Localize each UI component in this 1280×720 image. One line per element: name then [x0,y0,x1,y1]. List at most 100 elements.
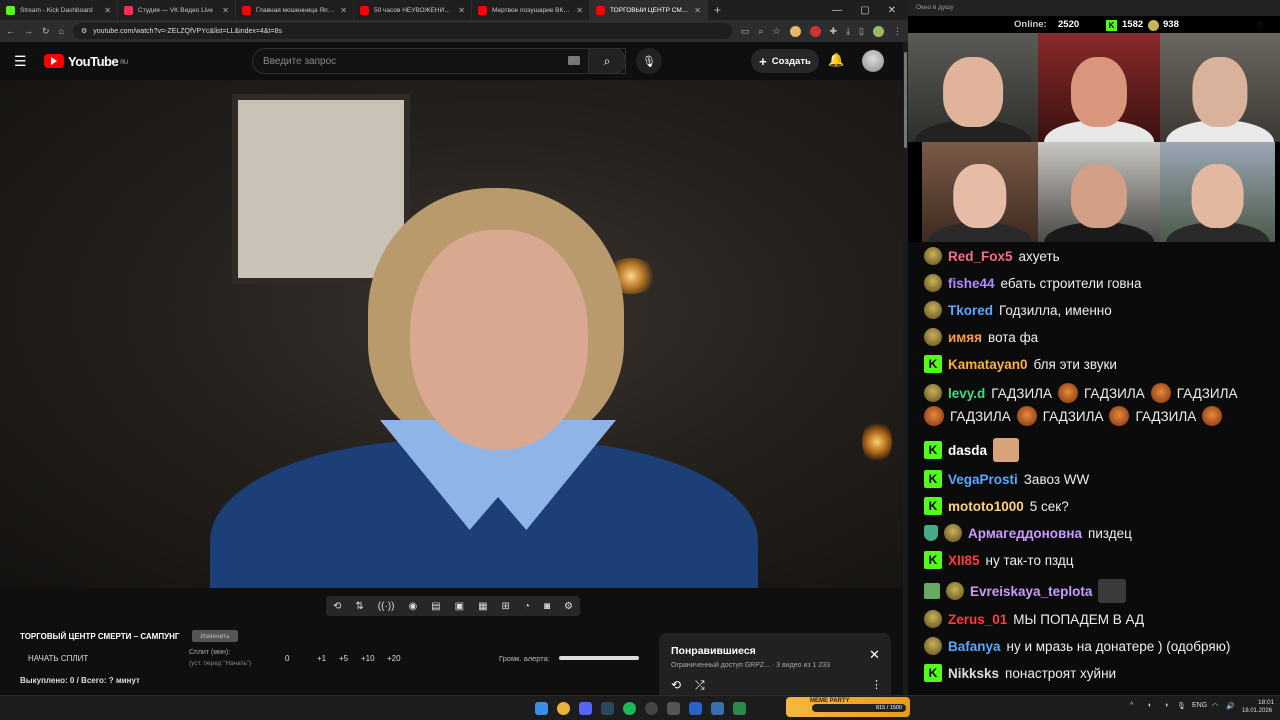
chat-username[interactable]: Kamatayan0 [948,357,1028,372]
chat-username[interactable]: XII85 [948,553,980,568]
close-playlist-icon[interactable]: ✕ [869,647,880,663]
browser-tab[interactable]: Stream - Kick Dashboard ✕ [0,0,118,20]
cast-icon[interactable]: ▭ [741,26,750,37]
tray-chevron-icon[interactable]: ^ [1130,702,1133,709]
chat-username[interactable]: Армагеддоновна [968,526,1082,541]
youtube-logo[interactable]: YouTube RU [44,54,128,69]
menu-dots-icon[interactable]: ⋮ [893,26,902,37]
back-icon[interactable]: ← [6,26,15,36]
url-field[interactable]: ⚙ youtube.com/watch?v=-ZELZQfVPYc&list=L… [72,23,732,39]
extension-icon[interactable] [789,25,801,37]
loop-icon[interactable]: ⟲ [333,601,341,612]
account-avatar[interactable] [862,50,884,72]
add-clip-icon[interactable]: ⊞ [502,601,510,612]
app-icon[interactable] [667,702,680,715]
wifi-icon[interactable]: ◠ [1212,702,1218,710]
home-icon[interactable]: ⌂ [59,26,64,36]
clapper-icon[interactable]: ▤ [431,601,440,612]
terminal-icon[interactable] [733,702,746,715]
minimize-icon[interactable]: — [832,5,842,16]
site-info-icon[interactable]: ⚙ [81,27,87,35]
close-tab-icon[interactable]: ✕ [104,6,111,15]
alert-volume-slider[interactable] [559,656,639,660]
pip-icon[interactable]: ▣ [455,601,464,612]
notifications-bell-icon[interactable]: 🔔 [828,52,844,68]
close-tab-icon[interactable]: ✕ [340,6,347,15]
browser-tab[interactable]: 50 часов НЕУВОЖЕНИЯ в SAM ✕ [354,0,472,20]
voice-search-button[interactable]: 🎙 [636,48,662,74]
zoom-icon[interactable]: ⌕ [758,26,763,37]
watch-icon[interactable]: ◉ [408,601,417,612]
chat-username[interactable]: VegaProsti [948,472,1018,487]
broadcast-icon[interactable]: ((·)) [378,601,395,612]
browser-tab[interactable]: Студия — VK Видео Live ✕ [118,0,236,20]
download-icon[interactable]: ⤓ [846,26,850,37]
new-tab-button[interactable]: + [708,3,727,17]
chat-username[interactable]: Evreiskaya_teplota [970,584,1092,599]
split-plus-20-button[interactable]: +20 [387,654,401,663]
edit-badge[interactable]: Изменить [192,630,238,642]
split-value[interactable]: 0 [285,654,289,663]
start-split-button[interactable]: НАЧАТЬ СПЛИТ [28,654,88,663]
explorer-icon[interactable] [711,702,724,715]
playlist-title[interactable]: Понравившиеся [671,645,756,657]
shuffle-icon[interactable]: ⤮ [695,678,705,693]
volume-icon[interactable]: 🔊 [1226,702,1235,710]
clock-time[interactable]: 18:01 [1258,699,1274,706]
chat-username[interactable]: имяя [948,330,982,345]
discord-icon[interactable] [579,702,592,715]
create-button[interactable]: + Создать [751,49,819,73]
browser-tab[interactable]: ТОРГОВЫЙ ЦЕНТР СМЕРТИ ✕ [590,0,708,20]
chat-username[interactable]: Tkored [948,303,993,318]
close-tab-icon[interactable]: ✕ [576,6,583,15]
speed-icon[interactable]: ◔ [524,601,530,612]
chat-username[interactable]: Zerus_01 [948,612,1007,627]
split-plus-10-button[interactable]: +10 [361,654,375,663]
chat-username[interactable]: dasda [948,443,987,458]
split-plus-1-button[interactable]: +1 [317,654,326,663]
start-menu-icon[interactable] [535,702,548,715]
scrollbar-thumb[interactable] [904,52,907,148]
browser-tab[interactable]: Мертвое поэушарие ВК КЛИП ✕ [472,0,590,20]
sidebar-icon[interactable]: ▯ [859,26,864,37]
chat-username[interactable]: Bafanya [948,639,1001,654]
theater-icon[interactable]: ▦ [478,601,487,612]
chrome-icon[interactable] [557,702,570,715]
chat-username[interactable]: fishe44 [948,276,995,291]
tray-app-icon[interactable]: ◑ [1164,702,1168,709]
extensions-puzzle-icon[interactable]: ✚ [830,26,838,37]
chat-username[interactable]: mototo1000 [948,499,1024,514]
loop-playlist-icon[interactable]: ⟲ [671,678,681,692]
chat-username[interactable]: Red_Fox5 [948,249,1013,264]
screenshot-icon[interactable]: ◙ [544,601,550,612]
forward-icon[interactable]: → [24,26,33,36]
reload-icon[interactable]: ↻ [42,26,50,37]
spotify-icon[interactable] [623,702,636,715]
close-tab-icon[interactable]: ✕ [694,6,701,15]
playlist-menu-icon[interactable]: ⋮ [871,678,882,691]
browser-tab[interactable]: Главная мошенница Японии ✕ [236,0,354,20]
language-indicator[interactable]: ENG [1192,702,1207,709]
obs-icon[interactable] [645,702,658,715]
search-button[interactable]: ⌕ [588,48,626,74]
close-tab-icon[interactable]: ✕ [222,6,229,15]
sort-icon[interactable]: ⇅ [355,601,363,612]
tray-app-icon[interactable]: ◐ [1148,702,1152,709]
split-plus-5-button[interactable]: +5 [339,654,348,663]
keyboard-icon[interactable] [568,56,580,65]
settings-gear-icon[interactable]: ⚙ [564,601,573,612]
tray-mic-icon[interactable]: 🎙 [1177,702,1186,710]
steam-icon[interactable] [601,702,614,715]
close-window-icon[interactable]: ✕ [888,5,896,16]
hamburger-menu-icon[interactable]: ☰ [14,53,32,70]
overlay-settings-icon[interactable]: ◌ [1258,19,1263,29]
chat-username[interactable]: Nikksks [948,666,999,681]
video-app-icon[interactable] [689,702,702,715]
chat-username[interactable]: levy.d [948,386,985,401]
close-tab-icon[interactable]: ✕ [458,6,465,15]
bookmark-star-icon[interactable]: ☆ [772,26,780,37]
profile-avatar[interactable] [873,25,884,37]
clock-date[interactable]: 18.01.2026 [1242,708,1272,714]
extension-badge-icon[interactable] [809,25,821,37]
maximize-icon[interactable]: ▢ [860,5,869,16]
